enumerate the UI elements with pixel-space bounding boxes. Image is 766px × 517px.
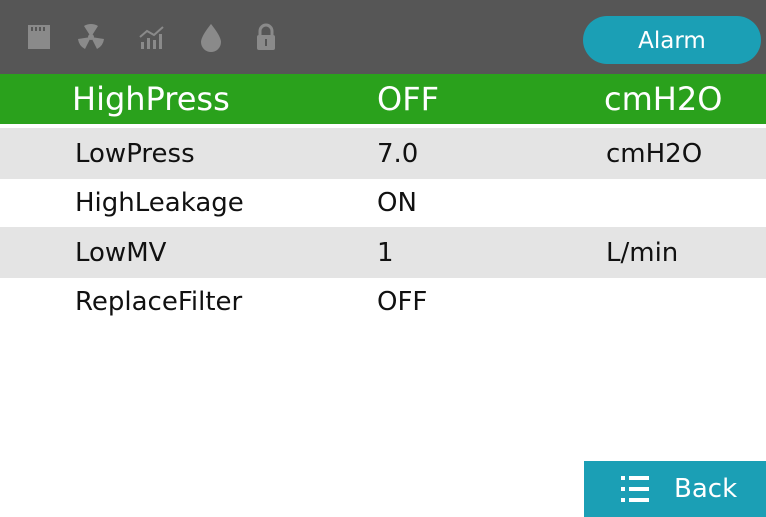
alarm-row-replace-filter[interactable]: ReplaceFilter OFF [0, 276, 766, 327]
alarm-name: HighPress [72, 80, 230, 118]
alarm-name: HighLeakage [75, 187, 244, 218]
sd-card-icon [28, 25, 50, 49]
trend-chart-icon [139, 26, 164, 49]
alarm-value: 7.0 [377, 138, 419, 169]
alarm-row-low-mv[interactable]: LowMV 1 L/min [0, 227, 766, 278]
alarm-value: 1 [377, 237, 394, 268]
alarm-button[interactable]: Alarm [583, 16, 761, 64]
alarm-name: LowMV [75, 237, 167, 268]
lock-icon [257, 23, 275, 50]
water-drop-icon [201, 24, 221, 52]
alarm-value: OFF [377, 286, 428, 317]
alarm-row-high-leakage[interactable]: HighLeakage ON [0, 177, 766, 228]
back-button[interactable]: Back [584, 461, 766, 517]
list-icon [621, 476, 649, 502]
alarm-row-high-press[interactable]: HighPress OFF cmH2O [0, 74, 766, 124]
alarm-value: ON [377, 187, 417, 218]
alarm-row-low-press[interactable]: LowPress 7.0 cmH2O [0, 128, 766, 179]
alarm-name: ReplaceFilter [75, 286, 243, 317]
alarm-value: OFF [377, 80, 439, 118]
back-label: Back [674, 474, 738, 504]
alarm-unit: cmH2O [604, 80, 723, 118]
alarm-unit: L/min [606, 237, 679, 268]
status-bar: Alarm [0, 0, 766, 74]
alarm-unit: cmH2O [606, 138, 703, 169]
radiation-icon [78, 23, 104, 49]
alarm-name: LowPress [75, 138, 195, 169]
